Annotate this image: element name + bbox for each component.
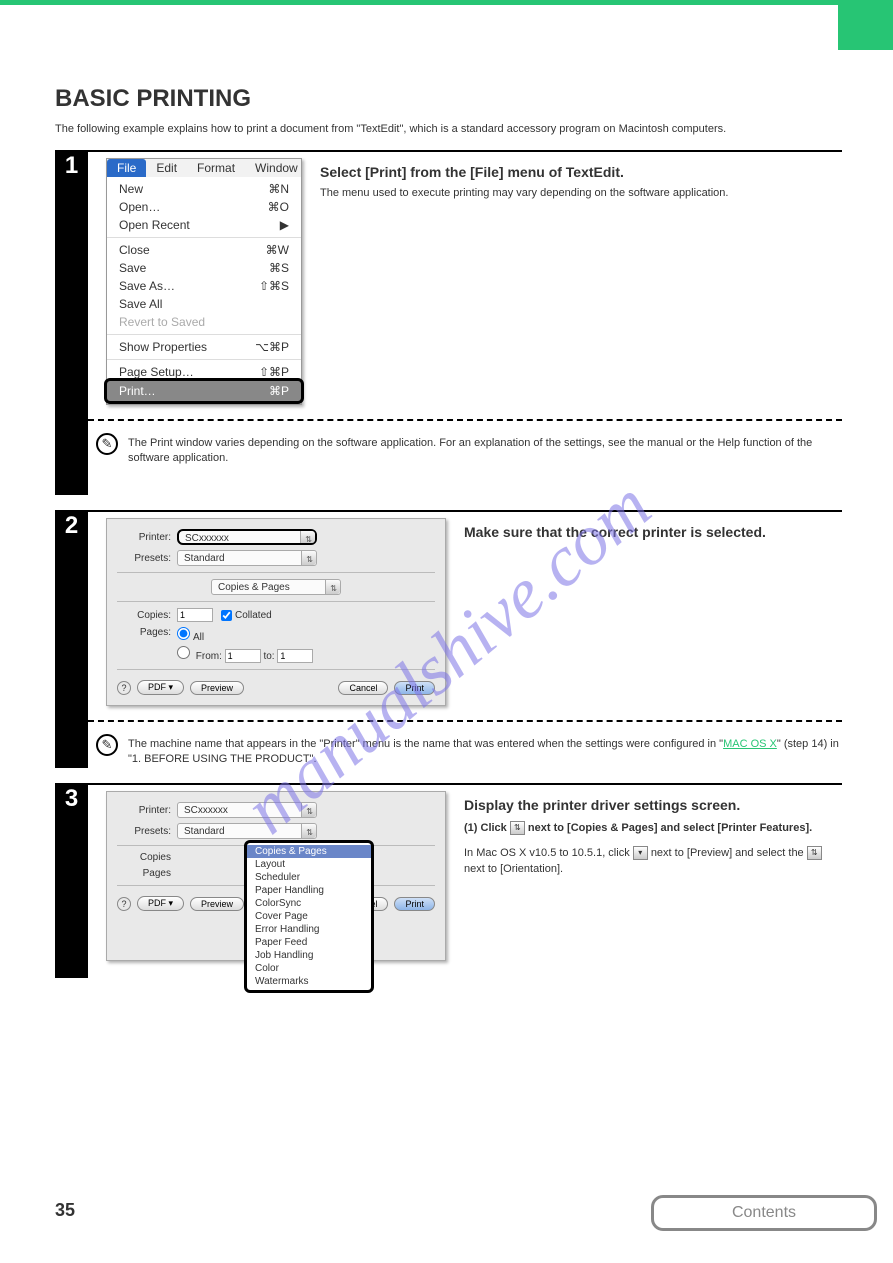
menu-item-revert: Revert to Saved (107, 313, 301, 331)
collated-checkbox[interactable] (221, 610, 232, 621)
step-1-body: The menu used to execute printing may va… (320, 186, 830, 201)
note-icon: ✎ (96, 734, 118, 756)
pdf-button[interactable]: PDF ▾ (137, 896, 184, 911)
printer-label: Printer: (117, 532, 177, 543)
step-3-heading: Display the printer driver settings scre… (464, 797, 830, 813)
menu-window[interactable]: Window (245, 159, 308, 177)
help-button[interactable]: ? (117, 897, 131, 911)
step-number-3: 3 (55, 783, 88, 978)
contents-button[interactable]: Contents (651, 1195, 877, 1231)
pdf-button[interactable]: PDF ▾ (137, 680, 184, 695)
print-button[interactable]: Print (394, 681, 435, 695)
pages-all-radio[interactable] (177, 627, 190, 640)
corner-accent (838, 0, 893, 50)
printer-select[interactable]: SCxxxxxx (177, 529, 317, 545)
note-icon: ✎ (96, 433, 118, 455)
presets-select[interactable]: Standard (177, 550, 317, 566)
section-dropdown-open[interactable]: Copies & Pages Layout Scheduler Paper Ha… (244, 840, 374, 993)
step-1-heading: Select [Print] from the [File] menu of T… (320, 164, 830, 180)
presets-label: Presets: (117, 553, 177, 564)
collated-label: Collated (235, 610, 272, 621)
pages-from-input[interactable] (225, 649, 261, 663)
copies-input[interactable] (177, 608, 213, 622)
menu-file[interactable]: File (107, 159, 146, 177)
menu-item-save-all[interactable]: Save All (107, 295, 301, 313)
menu-item-open[interactable]: Open…⌘O (107, 198, 301, 216)
step-3-body2: In Mac OS X v10.5 to 10.5.1, click ▾ nex… (464, 846, 830, 877)
menu-item-print[interactable]: Print…⌘P (104, 378, 304, 404)
page-title: BASIC PRINTING (55, 85, 893, 113)
copies-label: Copies: (117, 610, 177, 621)
preview-button[interactable]: Preview (190, 681, 244, 695)
section-select[interactable]: Copies & Pages (211, 579, 341, 595)
menu-item-show-properties[interactable]: Show Properties⌥⌘P (107, 338, 301, 356)
step-number-2: 2 (55, 510, 88, 768)
menu-item-new[interactable]: New⌘N (107, 180, 301, 198)
page-number: 35 (55, 1200, 75, 1221)
help-button[interactable]: ? (117, 681, 131, 695)
menu-item-save-as[interactable]: Save As…⇧⌘S (107, 277, 301, 295)
presets-select[interactable]: Standard (177, 823, 317, 839)
top-divider (0, 0, 893, 5)
printer-select[interactable]: SCxxxxxx (177, 802, 317, 818)
menu-item-save[interactable]: Save⌘S (107, 259, 301, 277)
menu-item-close[interactable]: Close⌘W (107, 241, 301, 259)
updown-arrow-icon: ⇅ (807, 846, 822, 860)
print-button[interactable]: Print (394, 897, 435, 911)
step-2-note: The machine name that appears in the "Pr… (128, 734, 842, 768)
down-arrow-icon: ▾ (633, 846, 648, 860)
pages-label: Pages: (117, 627, 177, 638)
file-menu-screenshot: File Edit Format Window New⌘N Open…⌘O Op… (106, 158, 302, 405)
menu-edit[interactable]: Edit (146, 159, 187, 177)
print-dialog-step2: Printer: SCxxxxxx Presets: Standard Copi… (106, 518, 446, 706)
preview-button[interactable]: Preview (190, 897, 244, 911)
step-1-note: The Print window varies depending on the… (128, 433, 842, 467)
print-dialog-step3: Printer: SCxxxxxx Presets: Standard Copi… (106, 791, 446, 961)
page-subtitle: The following example explains how to pr… (55, 123, 893, 135)
updown-arrow-icon: ⇅ (510, 821, 525, 835)
menu-format[interactable]: Format (187, 159, 245, 177)
step-3-body: (1) Click ⇅ next to [Copies & Pages] and… (464, 821, 830, 836)
step-number-1: 1 (55, 150, 88, 495)
menu-item-open-recent[interactable]: Open Recent▶ (107, 216, 301, 234)
cancel-button[interactable]: Cancel (338, 681, 388, 695)
pages-to-input[interactable] (277, 649, 313, 663)
step-2-heading: Make sure that the correct printer is se… (464, 524, 830, 540)
pages-from-radio[interactable] (177, 646, 190, 659)
